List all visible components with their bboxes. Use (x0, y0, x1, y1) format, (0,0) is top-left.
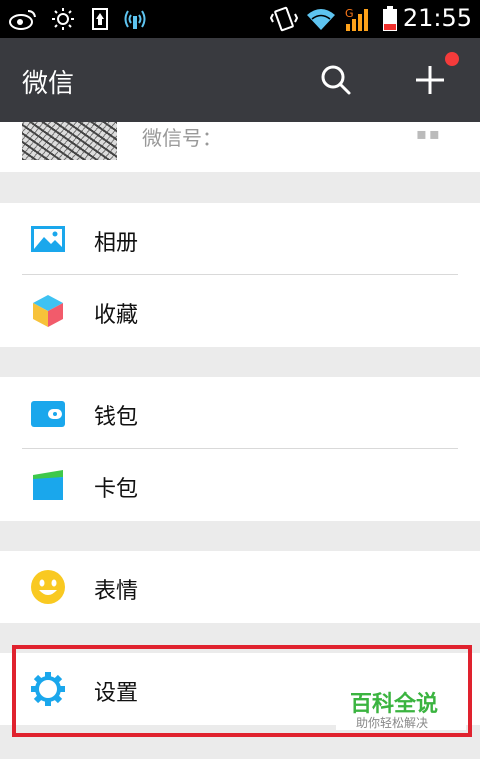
menu-item-wallet[interactable]: 钱包 (0, 377, 480, 449)
menu-group-1: 相册 收藏 (0, 203, 480, 347)
profile-row[interactable]: 微信号： ▪▪ (0, 122, 480, 172)
battery-icon (380, 6, 400, 32)
network-type-label: G (345, 7, 354, 20)
menu-group-3: 表情 (0, 551, 480, 623)
watermark-subtitle: 助你轻松解决 (356, 716, 429, 730)
smiley-icon (30, 569, 66, 605)
clock: 21:55 (402, 4, 472, 32)
wechat-id-label: 微信号： (142, 126, 222, 150)
plus-icon[interactable] (410, 60, 450, 100)
menu-item-stickers[interactable]: 表情 (0, 551, 480, 623)
watermark-logo: 百科全说 助你轻松解决 (336, 686, 466, 730)
menu-item-label: 收藏 (94, 303, 139, 328)
notification-badge (445, 52, 459, 66)
menu-item-label: 设置 (94, 681, 139, 706)
usb-icon (90, 6, 110, 32)
weibo-icon (8, 6, 38, 32)
menu-item-label: 卡包 (94, 477, 139, 502)
status-bar: G 21:55 (0, 0, 480, 38)
vibrate-icon (270, 6, 298, 32)
menu-group-2: 钱包 卡包 (0, 377, 480, 521)
menu-item-cards[interactable]: 卡包 (0, 449, 480, 521)
wireless-debug-icon (122, 6, 148, 32)
page-title: 微信 (22, 69, 75, 99)
menu-item-favorites[interactable]: 收藏 (0, 275, 480, 347)
menu-item-label: 相册 (94, 231, 139, 256)
avatar (22, 122, 117, 160)
brightness-icon (50, 6, 76, 32)
search-icon[interactable] (318, 62, 354, 98)
menu-item-label: 钱包 (94, 405, 139, 430)
wallet-icon (30, 395, 66, 431)
gear-icon (30, 671, 66, 707)
card-package-icon (30, 467, 66, 503)
qr-code-icon: ▪▪ (416, 124, 442, 143)
menu-item-label: 表情 (94, 579, 139, 604)
signal-icon: G (344, 6, 374, 32)
album-icon (30, 221, 66, 257)
favorites-cube-icon (30, 293, 66, 329)
app-bar: 微信 (0, 38, 480, 122)
menu-item-album[interactable]: 相册 (0, 203, 480, 275)
wifi-icon (306, 6, 336, 32)
